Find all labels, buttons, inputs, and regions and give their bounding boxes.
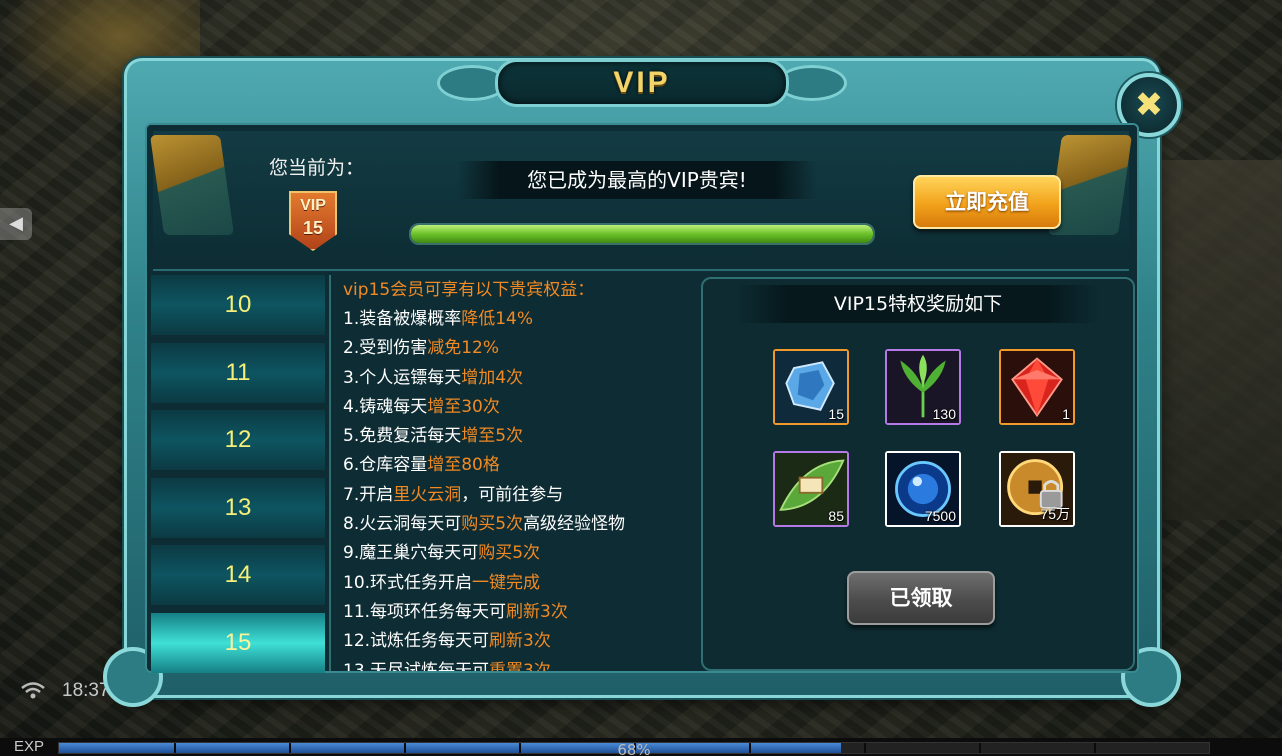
- vip-benefits-list[interactable]: vip15会员可享有以下贵宾权益： 1.装备被爆概率降低14% 2.受到伤害减免1…: [343, 275, 693, 671]
- benefits-heading: vip15会员可享有以下贵宾权益：: [343, 280, 595, 300]
- level-tab-11[interactable]: 11: [151, 342, 325, 403]
- vip-progress-bar: [409, 223, 875, 245]
- benefit-highlight: 增至80格: [427, 455, 500, 476]
- benefit-text: 12.试炼任务每天可: [343, 631, 490, 652]
- reward-quantity: 1: [1062, 406, 1070, 422]
- level-tab-12[interactable]: 12: [151, 410, 325, 471]
- vip-progress-fill: [411, 225, 873, 243]
- benefit-highlight: 增至5次: [461, 426, 524, 447]
- benefit-highlight: 刷新3次: [506, 601, 568, 622]
- exp-label: EXP: [14, 738, 45, 755]
- clock-time: 18:37: [62, 680, 110, 701]
- exp-percent: 68%: [617, 741, 651, 756]
- left-arrow-icon[interactable]: ◀: [0, 208, 32, 240]
- benefit-highlight: 购买5次: [461, 514, 524, 535]
- benefit-text: 9.魔王巢穴每天可: [343, 543, 479, 564]
- benefit-text: 7.开启: [343, 484, 394, 505]
- benefit-row: 4.铸魂每天增至30次: [343, 393, 693, 422]
- benefit-text: 4.铸魂每天: [343, 396, 428, 417]
- vip-content: 您当前为： VIP 15 您已成为最高的VIP贵宾! 立即充值 10 11 12 13…: [145, 123, 1139, 673]
- title-plate: VIP: [437, 55, 847, 115]
- window-title: VIP: [613, 66, 671, 99]
- exp-track: 68%: [58, 741, 1210, 756]
- claimed-button[interactable]: 已领取: [847, 571, 995, 625]
- current-level-label: 您当前为：: [269, 157, 365, 179]
- reward-item[interactable]: 75万: [999, 451, 1075, 527]
- vip-level-badge: VIP 15: [289, 191, 337, 251]
- benefit-text: 2.受到伤害: [343, 338, 428, 359]
- benefit-row: 2.受到伤害减免12%: [343, 334, 693, 363]
- benefit-highlight: 增加4次: [461, 367, 524, 388]
- reward-quantity: 75万: [1040, 506, 1070, 522]
- benefit-text: 1.装备被爆概率: [343, 309, 462, 329]
- rewards-title: VIP15特权奖励如下: [737, 285, 1099, 323]
- rewards-panel: VIP15特权奖励如下 15 130 1 85 7500 75万 已领取: [701, 277, 1135, 671]
- lantern-left-icon: [149, 135, 235, 235]
- benefit-highlight: 刷新3次: [489, 631, 551, 652]
- benefit-text: 6.仓库容量: [343, 455, 428, 476]
- benefit-row: 9.魔王巢穴每天可购买5次: [343, 539, 693, 568]
- reward-item[interactable]: 85: [773, 451, 849, 527]
- benefit-highlight: 减免12%: [427, 338, 500, 359]
- benefit-row: 3.个人运镖每天增加4次: [343, 364, 693, 393]
- benefit-tail: 高级经验怪物: [523, 514, 626, 535]
- reward-quantity: 15: [828, 406, 844, 422]
- vip-status-message: 您已成为最高的VIP贵宾!: [457, 161, 817, 199]
- benefit-highlight: 里火云洞: [393, 484, 462, 505]
- benefit-row: 10.环式任务开启一键完成: [343, 569, 693, 598]
- benefit-text: 5.免费复活每天: [343, 426, 462, 447]
- vip-status-area: 您当前为： VIP 15 您已成为最高的VIP贵宾! 立即充值: [149, 131, 1133, 271]
- benefit-row: 11.每项环任务每天可刷新3次: [343, 598, 693, 627]
- benefit-text: 3.个人运镖每天: [343, 367, 462, 388]
- level-tab-10[interactable]: 10: [151, 275, 325, 335]
- benefit-text: 11.每项环任务每天可: [343, 601, 507, 622]
- reward-item[interactable]: 15: [773, 349, 849, 425]
- benefit-text: 10.环式任务开启: [343, 572, 473, 593]
- reward-item[interactable]: 7500: [885, 451, 961, 527]
- badge-vip-text: VIP: [300, 197, 326, 214]
- benefit-text: 8.火云洞每天可: [343, 514, 462, 535]
- vip-window: VIP ✖ 您当前为： VIP 15 您已成为最高的VIP贵宾! 立即充值 10…: [103, 55, 1181, 707]
- vip-level-list: 10 11 12 13 14 15: [151, 275, 325, 673]
- benefit-highlight: 一键完成: [472, 572, 541, 593]
- benefit-highlight: 重置3次: [489, 660, 551, 671]
- wifi-icon: [21, 682, 45, 699]
- reward-item[interactable]: 130: [885, 349, 961, 425]
- benefit-row: 5.免费复活每天增至5次: [343, 422, 693, 451]
- reward-item[interactable]: 1: [999, 349, 1075, 425]
- level-tab-13[interactable]: 13: [151, 477, 325, 538]
- reward-quantity: 7500: [924, 508, 956, 524]
- badge-level-text: 15: [302, 218, 324, 238]
- benefit-row: 1.装备被爆概率降低14%: [343, 305, 693, 334]
- benefit-highlight: 降低14%: [461, 309, 534, 329]
- benefit-highlight: 购买5次: [478, 543, 541, 564]
- level-tab-15[interactable]: 15: [151, 613, 325, 673]
- benefit-tail: ，可前往参与: [461, 484, 564, 505]
- reward-quantity: 85: [828, 508, 844, 524]
- exp-bar: EXP 68%: [0, 738, 1282, 756]
- benefit-row: 12.试炼任务每天可刷新3次: [343, 627, 693, 656]
- list-divider: [329, 275, 331, 671]
- benefit-highlight: 增至30次: [427, 396, 500, 417]
- benefit-row: 13.天尽试炼每天可重置3次: [343, 657, 693, 671]
- benefit-text: 13.天尽试炼每天可: [343, 660, 490, 671]
- reward-quantity: 130: [932, 406, 956, 422]
- benefit-row: 6.仓库容量增至80格: [343, 451, 693, 480]
- benefit-row: 7.开启里火云洞，可前往参与: [343, 481, 693, 510]
- recharge-button[interactable]: 立即充值: [913, 175, 1061, 229]
- benefit-row: 8.火云洞每天可购买5次高级经验怪物: [343, 510, 693, 539]
- level-tab-14[interactable]: 14: [151, 545, 325, 606]
